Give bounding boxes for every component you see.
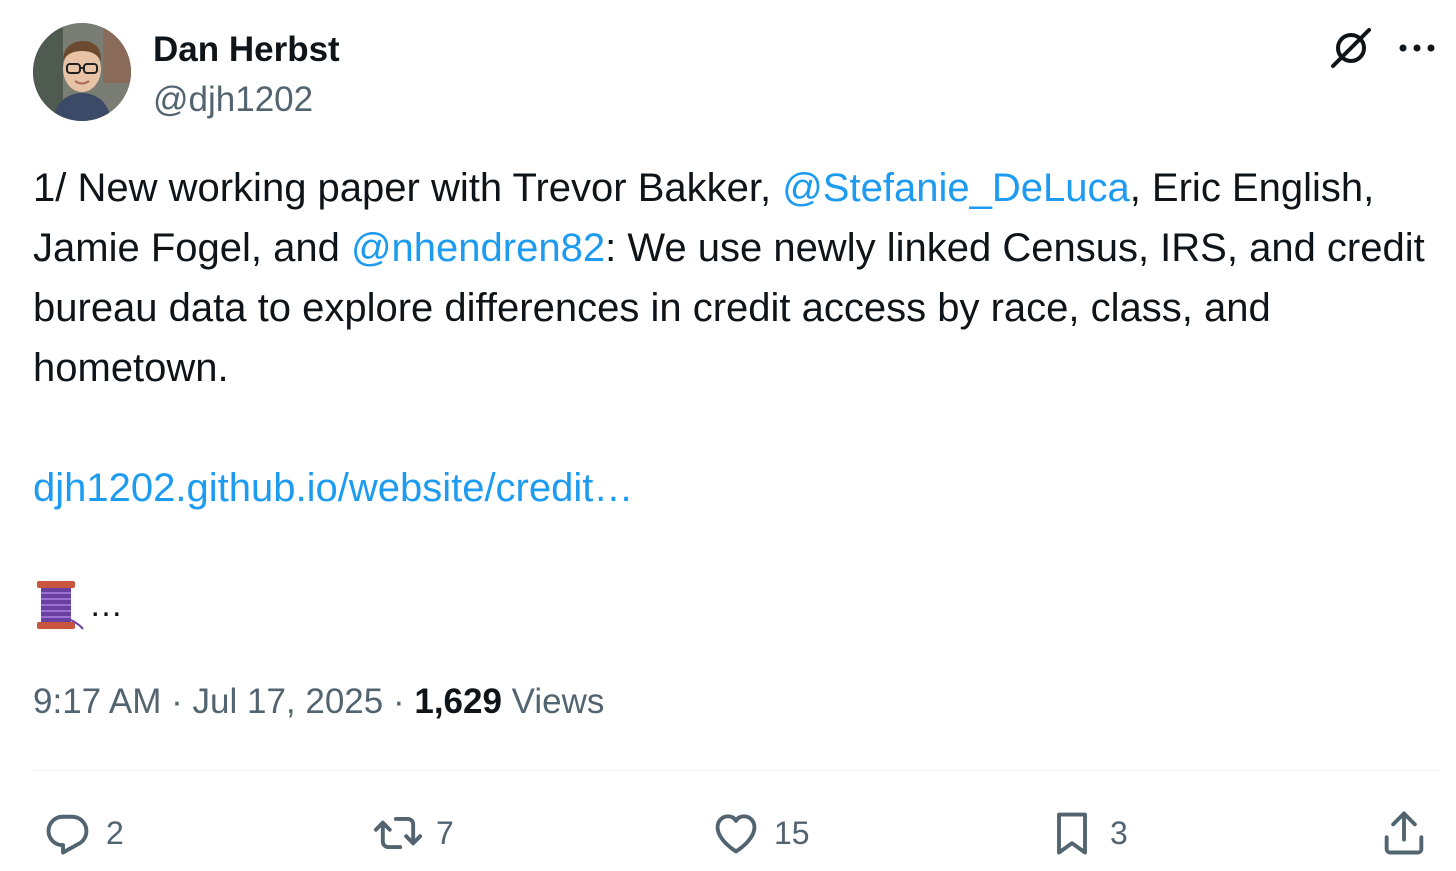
share-button[interactable] <box>1378 805 1430 861</box>
mention-stefanie-deluca[interactable]: @Stefanie_DeLuca <box>782 166 1130 210</box>
divider <box>33 770 1441 771</box>
meta-separator: · <box>161 682 193 721</box>
more-icon[interactable] <box>1396 34 1438 62</box>
paper-link[interactable]: djh1202.github.io/website/credit… <box>33 466 633 510</box>
thread-indicator: … <box>33 578 1443 632</box>
grok-icon[interactable] <box>1328 25 1374 71</box>
reply-button[interactable]: 2 <box>42 805 124 861</box>
retweet-icon <box>373 816 423 850</box>
retweet-button[interactable]: 7 <box>372 805 454 861</box>
meta-separator: · <box>383 682 415 721</box>
bookmark-icon <box>1057 812 1087 855</box>
tweet-intro: 1/ New working paper with Trevor Bakker, <box>33 166 783 210</box>
reply-count: 2 <box>106 814 124 851</box>
spool-of-thread-icon <box>37 581 84 630</box>
tweet-time[interactable]: 9:17 AM <box>33 682 161 721</box>
tweet-meta: 9:17 AM · Jul 17, 2025 · 1,629 Views <box>33 678 604 726</box>
author-name[interactable]: Dan Herbst <box>153 28 340 72</box>
tweet-date[interactable]: Jul 17, 2025 <box>193 682 384 721</box>
tweet-text: 1/ New working paper with Trevor Bakker,… <box>33 158 1443 632</box>
views-count[interactable]: 1,629 <box>414 682 502 721</box>
views-label[interactable]: Views <box>502 682 605 721</box>
bookmark-count: 3 <box>1110 814 1128 851</box>
thread-suffix: … <box>89 586 123 624</box>
like-button[interactable]: 15 <box>710 805 810 861</box>
retweet-count: 7 <box>436 814 454 851</box>
reply-icon <box>46 814 89 855</box>
bookmark-button[interactable]: 3 <box>1046 805 1128 861</box>
tweet-paragraph: 1/ New working paper with Trevor Bakker,… <box>33 158 1443 398</box>
mention-nhendren82[interactable]: @nhendren82 <box>351 226 605 270</box>
tweet-link-line: djh1202.github.io/website/credit… <box>33 458 1443 518</box>
like-icon <box>715 814 757 854</box>
like-count: 15 <box>774 814 810 851</box>
share-icon <box>1384 811 1424 855</box>
avatar[interactable] <box>33 23 131 121</box>
author-handle[interactable]: @djh1202 <box>153 78 313 122</box>
